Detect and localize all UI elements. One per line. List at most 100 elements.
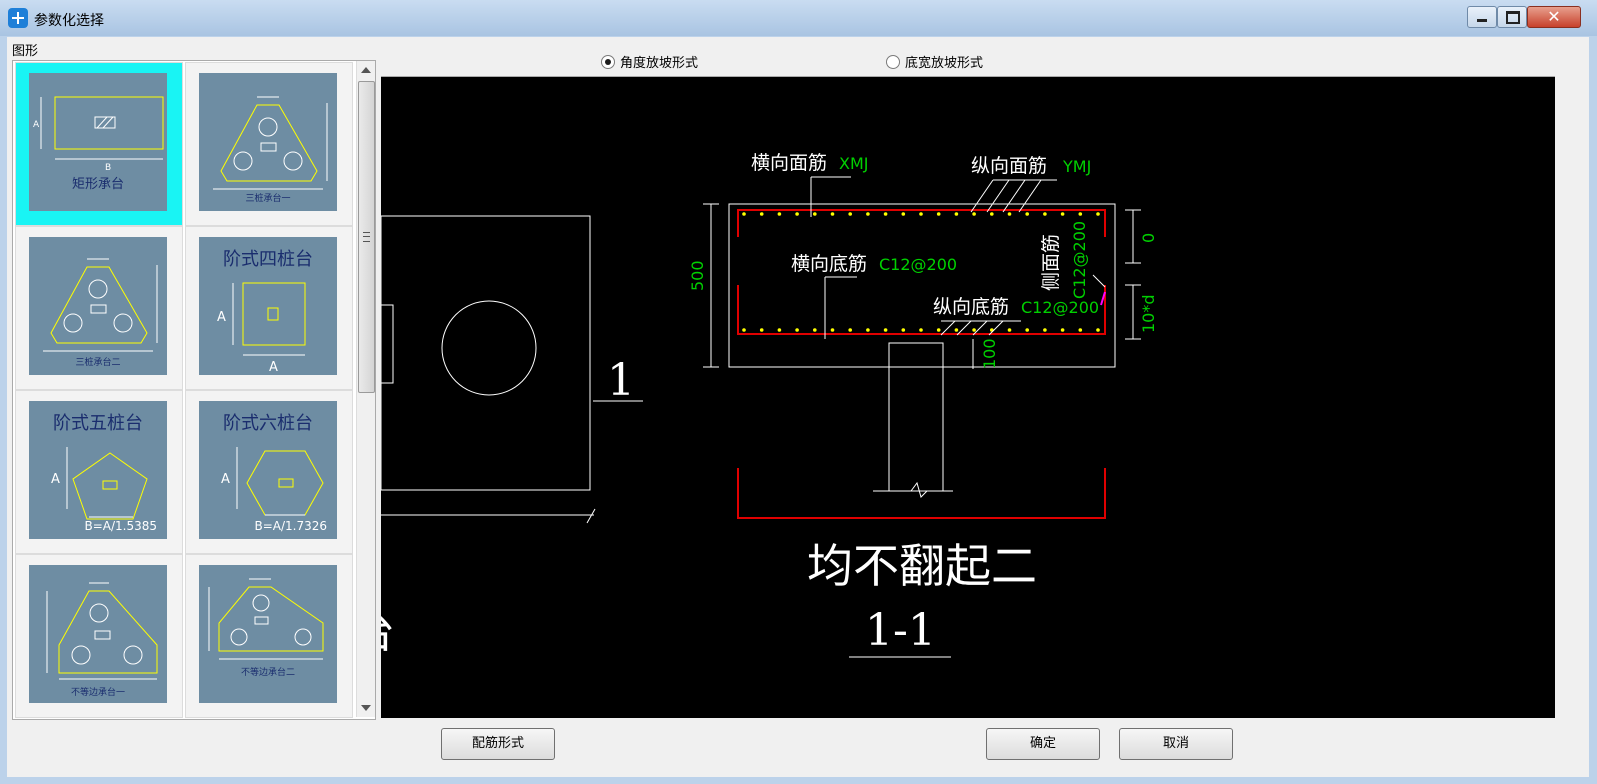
close-icon: ✕ [1547, 7, 1561, 26]
scroll-up-icon[interactable] [361, 67, 371, 73]
shape-group-label: 图形 [12, 44, 39, 59]
svg-text:B: B [105, 163, 111, 173]
parametric-dialog: 参数化选择 ✕ 图形 A B 矩形承台 三桩承台一 三桩承台二 阶式四桩台 A … [0, 0, 1597, 784]
shape-tile-unequal-1[interactable]: 不等边承台一 [15, 554, 183, 718]
radio-unselected-icon[interactable] [886, 54, 900, 69]
scroll-thumb[interactable] [358, 81, 375, 393]
svg-text:A: A [51, 472, 60, 487]
dim-top: 0 [1139, 233, 1158, 243]
tile-caption: 三桩承台一 [245, 194, 291, 204]
bottom-trans-bar-label: 纵向底筋 [933, 296, 1009, 318]
tile-caption: 不等边承台二 [240, 668, 295, 678]
rebar-dot [883, 328, 888, 332]
shape-thumb: 阶式五桩台 A B=A/1.5385 [29, 401, 167, 539]
shape-tile-unequal-2[interactable]: 不等边承台二 [185, 554, 353, 718]
app-icon [8, 8, 28, 28]
top-long-bar-label: 横向面筋 [751, 152, 827, 174]
maximize-button[interactable] [1497, 6, 1527, 28]
radio-width-slope[interactable]: 底宽放坡形式 [886, 52, 983, 71]
rebar-dot [1007, 212, 1012, 216]
shape-tile-three-pile-2[interactable]: 三桩承台二 [15, 226, 183, 390]
rebar-dot [1043, 328, 1047, 332]
rebar-dot [1078, 212, 1083, 216]
slope-mode-bar: 角度放坡形式 底宽放坡形式 [381, 40, 1555, 77]
step-four-icon: A A [217, 282, 306, 375]
svg-text:A: A [269, 360, 278, 375]
shape-thumb: 不等边承台一 [29, 565, 167, 703]
rebar-dot [901, 328, 906, 332]
rebar-dot [1025, 212, 1029, 216]
rebar-form-button[interactable]: 配筋形式 [441, 728, 555, 760]
rebar-dot [919, 328, 923, 332]
rebar-dot [1043, 212, 1047, 216]
rebar-dot [1007, 328, 1012, 332]
radio-angle-slope[interactable]: 角度放坡形式 [601, 52, 698, 71]
minimize-button[interactable] [1467, 6, 1497, 28]
tile-caption: 不等边承台一 [70, 688, 125, 698]
rebar-dot [1060, 328, 1065, 332]
radio-label: 底宽放坡形式 [905, 56, 984, 71]
dim-bottom: 100 [980, 338, 999, 369]
side-bar-label: 侧面筋 [1040, 234, 1062, 291]
rebar-dot [1096, 212, 1100, 216]
shape-thumb: 三桩承台一 [199, 73, 337, 211]
preview-canvas: 1 台 500 0 [381, 77, 1555, 718]
section-mark: 1 [607, 355, 635, 406]
rebar-dot [777, 212, 782, 216]
shape-tile-step-five[interactable]: 阶式五桩台 A B=A/1.5385 [15, 390, 183, 554]
shape-tile-step-six[interactable]: 阶式六桩台 A B=A/1.7326 [185, 390, 353, 554]
rebar-dot [795, 212, 799, 216]
shape-tile-rect[interactable]: A B 矩形承台 [15, 62, 183, 226]
bottom-long-bar-value: C12@200 [879, 255, 957, 274]
section-drawing: 1 台 500 0 [381, 152, 1158, 658]
rebar-dot [972, 212, 976, 216]
rebar-dot [901, 212, 906, 216]
bottom-trans-bar-value: C12@200 [1021, 298, 1099, 317]
shape-tile-three-pile-1[interactable]: 三桩承台一 [185, 62, 353, 226]
rebar-dot [759, 212, 764, 216]
rebar-dot [866, 212, 870, 216]
rebar-dot [972, 328, 976, 332]
tile-formula: B=A/1.7326 [254, 519, 327, 533]
close-button[interactable]: ✕ [1527, 6, 1581, 28]
bottom-bar-dots [742, 328, 1100, 332]
tile-caption: 矩形承台 [71, 177, 124, 192]
rebar-dot [866, 328, 870, 332]
rebar-dot [990, 212, 994, 216]
shape-thumb: 不等边承台二 [199, 565, 337, 703]
rebar-dot [848, 212, 852, 216]
rebar-dot [742, 212, 746, 216]
radio-label: 角度放坡形式 [620, 56, 699, 71]
rebar-dot [813, 328, 817, 332]
rebar-dot [759, 328, 764, 332]
maximize-icon [1506, 11, 1520, 24]
rebar-dot [954, 328, 959, 332]
unequal-pile-icon [208, 578, 324, 660]
side-bar-value: C12@200 [1070, 221, 1089, 299]
rebar-dot [1096, 328, 1100, 332]
dim-height: 500 [688, 260, 707, 291]
rebar-dot [1025, 328, 1029, 332]
shape-thumb: 阶式六桩台 A B=A/1.7326 [199, 401, 337, 539]
tile-caption: 三桩承台二 [75, 358, 121, 368]
scroll-down-icon[interactable] [361, 705, 371, 711]
shape-tile-step-four[interactable]: 阶式四桩台 A A [185, 226, 353, 390]
rebar-dot [742, 328, 746, 332]
dim-side: 10*d [1139, 294, 1158, 333]
rebar-dot [830, 328, 835, 332]
shape-gallery[interactable]: A B 矩形承台 三桩承台一 三桩承台二 阶式四桩台 A A 阶式五桩台 A B… [12, 60, 376, 720]
bottom-long-bar-label: 横向底筋 [791, 253, 867, 275]
title-bar[interactable]: 参数化选择 ✕ [0, 0, 1597, 36]
ok-button[interactable]: 确定 [986, 728, 1100, 760]
top-long-bar-value: XMJ [839, 154, 868, 173]
radio-selected-icon[interactable] [601, 54, 615, 69]
rebar-dot [1060, 212, 1065, 216]
cancel-button[interactable]: 取消 [1119, 728, 1233, 760]
rebar-dot [1078, 328, 1083, 332]
rebar-dot [813, 212, 817, 216]
top-bar-dots [742, 212, 1100, 216]
section-caption: 均不翻起二 [807, 539, 1037, 593]
rebar-dot [830, 212, 835, 216]
top-trans-bar-label: 纵向面筋 [971, 155, 1047, 177]
gallery-scrollbar[interactable] [356, 61, 375, 717]
